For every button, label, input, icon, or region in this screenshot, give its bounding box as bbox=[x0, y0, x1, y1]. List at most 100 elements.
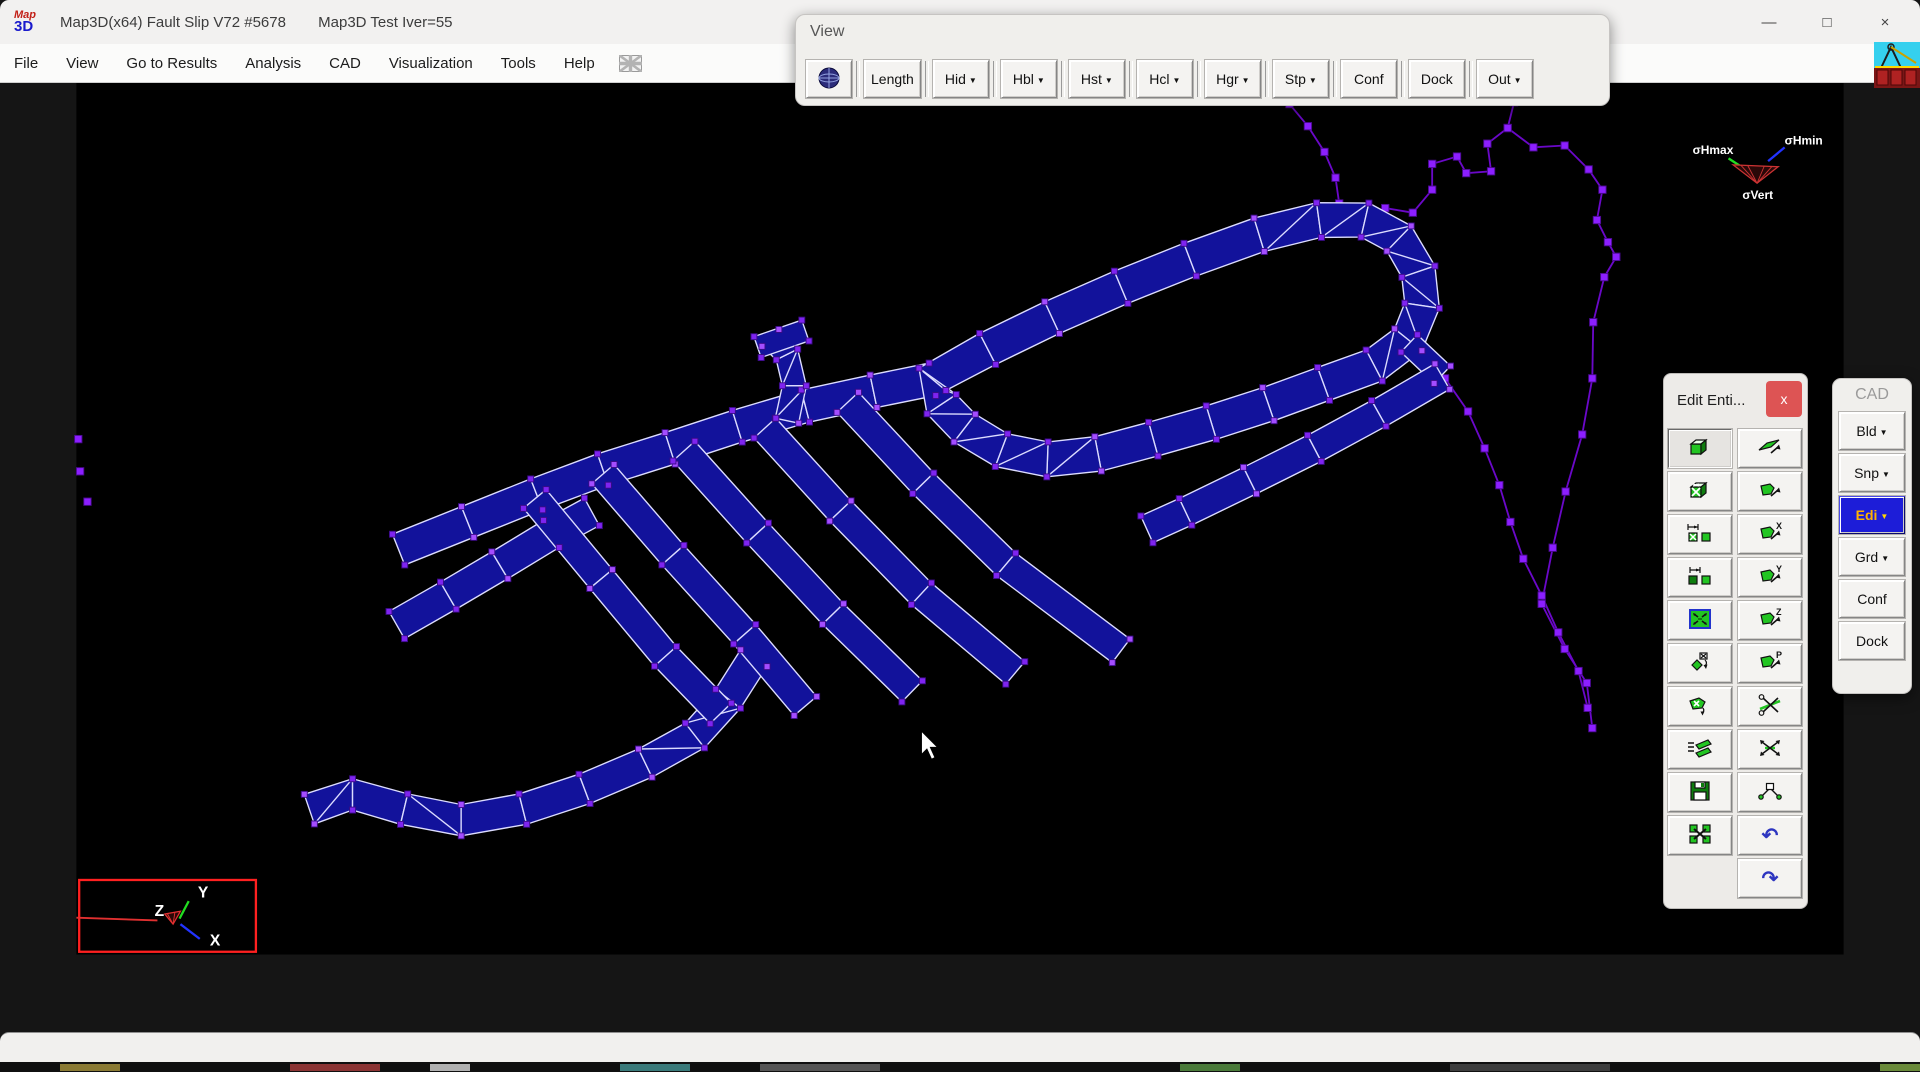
minimize-button[interactable]: — bbox=[1740, 0, 1798, 44]
cad-button-grd[interactable]: Grd ▼ bbox=[1839, 538, 1905, 576]
menu-item-help[interactable]: Help bbox=[550, 44, 609, 82]
view-toolbar-button-stp[interactable]: Stp ▼ bbox=[1272, 60, 1329, 98]
view-toolbar-button-hbl[interactable]: Hbl ▼ bbox=[1000, 60, 1057, 98]
cad-button-edi[interactable]: Edi ▼ bbox=[1839, 496, 1905, 534]
chevron-down-icon: ▼ bbox=[1881, 553, 1890, 563]
view-toolbar-button-conf[interactable]: Conf bbox=[1340, 60, 1397, 98]
menu-item-go-to-results[interactable]: Go to Results bbox=[112, 44, 231, 82]
edit-button-explode-blocks[interactable] bbox=[1668, 816, 1732, 855]
toolbar-separator bbox=[856, 61, 860, 97]
chevron-down-icon: ▼ bbox=[1172, 75, 1181, 85]
menu-item-tools[interactable]: Tools bbox=[487, 44, 550, 82]
edit-button-entity-cube-delete[interactable] bbox=[1668, 472, 1732, 511]
redo-icon: ↷ bbox=[1761, 867, 1779, 890]
chevron-down-icon: ▼ bbox=[1036, 75, 1045, 85]
edit-button-extrude-planes[interactable] bbox=[1668, 730, 1732, 769]
fit-extents-icon bbox=[1685, 607, 1715, 634]
uk-flag-icon[interactable] bbox=[618, 54, 642, 72]
move-polygon-x-icon: X bbox=[1755, 521, 1785, 548]
edit-grid-cell bbox=[1735, 427, 1805, 470]
cad-button-snp[interactable]: Snp ▼ bbox=[1839, 454, 1905, 492]
menu-item-file[interactable]: File bbox=[0, 44, 52, 82]
canvas-3d-viewport[interactable]: σHmax σHmin σVert Z Y X bbox=[0, 82, 1920, 1030]
taskbar-peek-fragment bbox=[290, 1064, 380, 1071]
edit-grid-cell bbox=[1665, 599, 1735, 642]
edit-grid-cell bbox=[1665, 857, 1735, 900]
view-toolbar-title: View bbox=[810, 23, 845, 40]
window-controls: — □ × bbox=[1740, 0, 1914, 44]
close-button[interactable]: × bbox=[1856, 0, 1914, 44]
maximize-button[interactable]: □ bbox=[1798, 0, 1856, 44]
edit-button-fit-extents[interactable] bbox=[1668, 601, 1732, 640]
menu-item-visualization[interactable]: Visualization bbox=[375, 44, 487, 82]
taskbar-peek-fragment bbox=[1450, 1064, 1610, 1071]
chevron-down-icon: ▼ bbox=[1308, 75, 1317, 85]
svg-text:X: X bbox=[210, 932, 221, 949]
toolbar-separator bbox=[1196, 61, 1201, 97]
move-polygon-y-icon: Y bbox=[1755, 564, 1785, 591]
edit-button-measure-blocks[interactable] bbox=[1668, 558, 1732, 597]
taskbar-sliver bbox=[0, 1062, 1920, 1072]
edit-button-save-entity[interactable] bbox=[1668, 773, 1732, 812]
chevron-down-icon: ▼ bbox=[1880, 511, 1889, 521]
polygon-delete-icon bbox=[1685, 693, 1715, 720]
close-icon[interactable]: x bbox=[1766, 381, 1802, 417]
edit-button-vertex-angle[interactable] bbox=[1738, 773, 1802, 812]
move-plane-icon bbox=[1755, 435, 1785, 462]
edit-button-move-plane[interactable] bbox=[1738, 429, 1802, 468]
edit-grid-cell bbox=[1665, 642, 1735, 685]
taskbar-peek-fragment bbox=[1880, 1064, 1920, 1071]
view-toolbar-button-length[interactable]: Length bbox=[864, 60, 921, 98]
window-title-model: Map3D Test Iver=55 bbox=[318, 13, 453, 31]
view-toolbar-button-dock[interactable]: Dock bbox=[1408, 60, 1465, 98]
view-toolbar-button-hid[interactable]: Hid ▼ bbox=[932, 60, 989, 98]
menu-item-view[interactable]: View bbox=[52, 44, 112, 82]
taskbar-peek-fragment bbox=[1180, 1064, 1240, 1071]
cad-button-conf[interactable]: Conf bbox=[1839, 580, 1905, 618]
move-polygon-z-icon: Z bbox=[1755, 607, 1785, 634]
svg-text:Y: Y bbox=[198, 884, 209, 901]
edit-button-move-polygon-y[interactable]: Y bbox=[1738, 558, 1802, 597]
cad-panel: CAD Bld ▼ Snp ▼ Edi ▼ Grd ▼ Conf Dock bbox=[1832, 378, 1912, 694]
vertex-diamond-delete-icon bbox=[1685, 650, 1715, 677]
edit-grid-cell: Y bbox=[1735, 556, 1805, 599]
edit-button-redo[interactable]: ↷ bbox=[1738, 859, 1802, 898]
orbit-globe-icon bbox=[816, 65, 842, 94]
cad-button-dock[interactable]: Dock bbox=[1839, 622, 1905, 660]
edit-button-move-polygon-x[interactable]: X bbox=[1738, 515, 1802, 554]
edit-button-measure-snap-delete[interactable] bbox=[1668, 515, 1732, 554]
taskbar-peek-fragment bbox=[430, 1064, 470, 1071]
view-toolbar-button-out[interactable]: Out ▼ bbox=[1476, 60, 1533, 98]
edit-button-cut-scissors[interactable] bbox=[1738, 687, 1802, 726]
toolbar-separator bbox=[992, 61, 997, 97]
edit-entity-panel: Edit Enti... x X Y Z P ↶ ↷ bbox=[1663, 373, 1808, 909]
move-polygon-p-icon: P bbox=[1755, 650, 1785, 677]
menu-item-cad[interactable]: CAD bbox=[315, 44, 375, 82]
edit-grid-cell bbox=[1665, 771, 1735, 814]
view-toolbar-window: View Length Hid ▼ Hbl ▼ Hst ▼ Hcl ▼ Hgr ▼ Stp ▼ Conf D… bbox=[795, 14, 1610, 106]
view-toolbar-button-hst[interactable]: Hst ▼ bbox=[1068, 60, 1125, 98]
svg-text:P: P bbox=[1776, 650, 1782, 660]
edit-entity-title: Edit Enti... bbox=[1677, 391, 1746, 409]
view-orbit-button[interactable] bbox=[806, 60, 852, 98]
command-bar[interactable] bbox=[0, 1032, 1920, 1063]
edit-button-move-polygon-z[interactable]: Z bbox=[1738, 601, 1802, 640]
chevron-down-icon: ▼ bbox=[1104, 75, 1113, 85]
menu-item-analysis[interactable]: Analysis bbox=[231, 44, 315, 82]
edit-entity-button-grid: X Y Z P ↶ ↷ bbox=[1665, 427, 1805, 900]
view-toolbar-button-hgr[interactable]: Hgr ▼ bbox=[1204, 60, 1261, 98]
save-entity-icon bbox=[1685, 779, 1715, 806]
edit-button-entity-cube[interactable] bbox=[1668, 429, 1732, 468]
edit-button-polygon-delete[interactable] bbox=[1668, 687, 1732, 726]
edit-button-vertex-diamond-delete[interactable] bbox=[1668, 644, 1732, 683]
edit-grid-cell bbox=[1735, 685, 1805, 728]
edit-button-move-polygon[interactable] bbox=[1738, 472, 1802, 511]
svg-text:X: X bbox=[1776, 521, 1782, 531]
edit-grid-cell bbox=[1735, 728, 1805, 771]
edit-button-move-polygon-p[interactable]: P bbox=[1738, 644, 1802, 683]
view-toolbar-button-hcl[interactable]: Hcl ▼ bbox=[1136, 60, 1193, 98]
edit-button-undo[interactable]: ↶ bbox=[1738, 816, 1802, 855]
edit-button-move-node[interactable] bbox=[1738, 730, 1802, 769]
cad-button-bld[interactable]: Bld ▼ bbox=[1839, 412, 1905, 450]
view-toolbar-buttons: Length Hid ▼ Hbl ▼ Hst ▼ Hcl ▼ Hgr ▼ Stp ▼ Conf Dock Ou… bbox=[806, 59, 1533, 99]
